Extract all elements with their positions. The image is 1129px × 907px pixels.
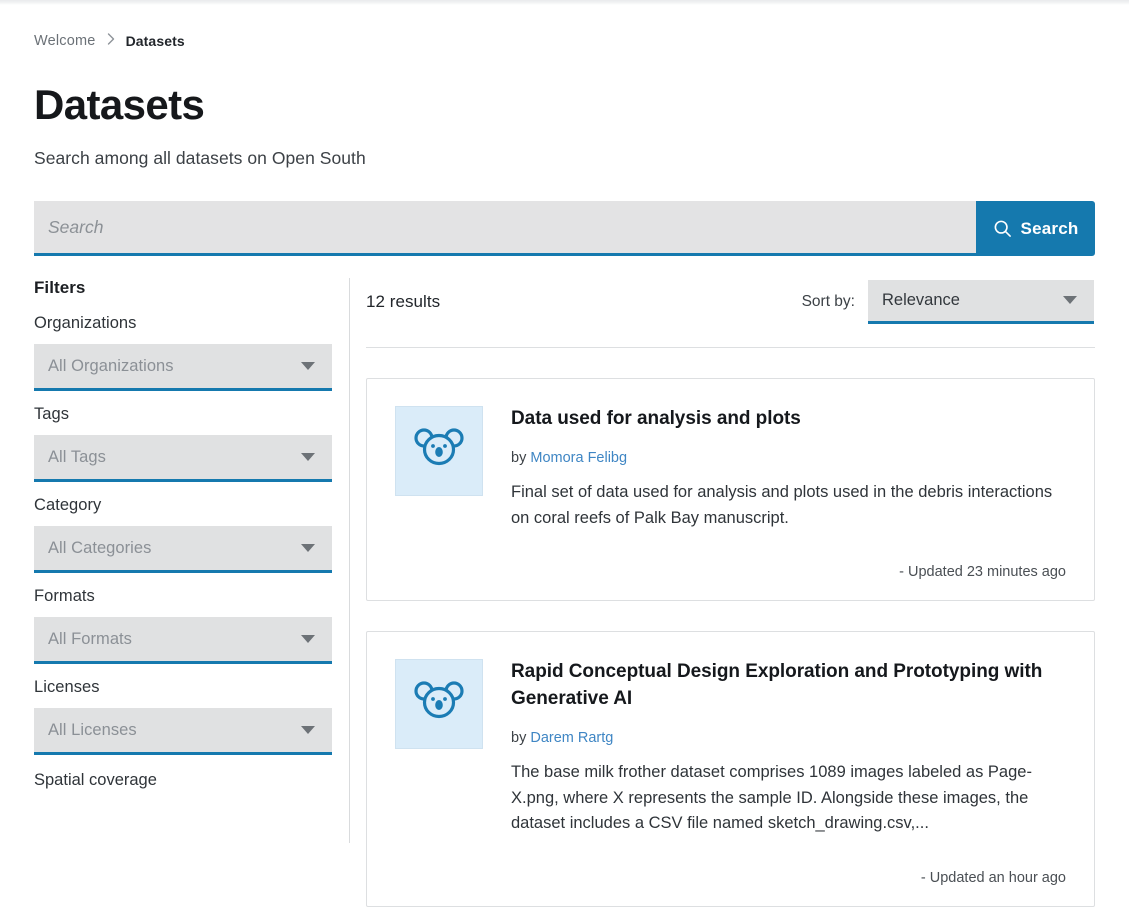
- chevron-down-icon: [1063, 296, 1077, 304]
- filter-label-category: Category: [34, 496, 102, 514]
- top-accent-strip: [0, 0, 1129, 5]
- dataset-description: The base milk frother dataset comprises …: [511, 763, 1032, 833]
- koala-icon: [414, 679, 464, 730]
- filters-heading: Filters: [34, 278, 86, 297]
- search-input[interactable]: [34, 201, 976, 253]
- search-bar: Search: [34, 201, 1095, 256]
- filter-label-spatial-coverage: Spatial coverage: [34, 771, 157, 789]
- chevron-down-icon: [301, 544, 315, 552]
- content-area: Filters Organizations All Organizations …: [34, 278, 1095, 907]
- dataset-thumbnail: [395, 659, 483, 750]
- koala-icon: [414, 426, 464, 477]
- chevron-right-icon: [107, 33, 115, 47]
- filter-value-licenses: All Licenses: [48, 720, 137, 739]
- breadcrumb-link-welcome[interactable]: Welcome: [34, 33, 96, 49]
- filter-group-formats: Formats All Formats: [34, 587, 332, 664]
- filter-value-tags: All Tags: [48, 447, 106, 466]
- filter-select-tags[interactable]: All Tags: [34, 435, 332, 482]
- dataset-title[interactable]: Data used for analysis and plots: [511, 406, 1066, 433]
- filter-label-tags: Tags: [34, 405, 70, 423]
- dataset-updated: - Updated 23 minutes ago: [899, 564, 1066, 581]
- filter-value-organizations: All Organizations: [48, 356, 174, 375]
- results-header: 12 results Sort by: Relevance: [366, 278, 1095, 325]
- sort-control: Sort by: Relevance: [801, 279, 1094, 324]
- search-button[interactable]: Search: [976, 201, 1095, 256]
- breadcrumb: Welcome Datasets: [34, 31, 1095, 51]
- filter-label-formats: Formats: [34, 587, 95, 605]
- filters-sidebar: Filters Organizations All Organizations …: [34, 278, 332, 907]
- dataset-card-body: Rapid Conceptual Design Exploration and …: [511, 659, 1066, 886]
- chevron-down-icon: [301, 362, 315, 370]
- filter-select-category[interactable]: All Categories: [34, 526, 332, 573]
- page-title: Datasets: [34, 81, 205, 128]
- dataset-author-link[interactable]: Momora Felibg: [530, 450, 627, 466]
- filter-select-formats[interactable]: All Formats: [34, 617, 332, 664]
- sort-by-select[interactable]: Relevance: [868, 279, 1094, 324]
- filter-label-organizations: Organizations: [34, 314, 137, 332]
- dataset-updated: - Updated an hour ago: [920, 869, 1066, 886]
- search-icon: [993, 219, 1012, 238]
- dataset-result-card[interactable]: Rapid Conceptual Design Exploration and …: [366, 631, 1095, 907]
- filter-group-tags: Tags All Tags: [34, 405, 332, 482]
- filter-group-category: Category All Categories: [34, 496, 332, 573]
- filter-group-organizations: Organizations All Organizations: [34, 314, 332, 391]
- filter-value-category: All Categories: [48, 538, 152, 557]
- filter-select-licenses[interactable]: All Licenses: [34, 708, 332, 755]
- search-field-wrapper: [34, 201, 976, 256]
- chevron-down-icon: [301, 635, 315, 643]
- chevron-down-icon: [301, 726, 315, 734]
- filter-label-licenses: Licenses: [34, 678, 100, 696]
- breadcrumb-current-datasets: Datasets: [125, 33, 185, 49]
- dataset-author-line: by Darem Rartg: [511, 730, 1066, 746]
- by-prefix: by: [511, 449, 527, 466]
- dataset-thumbnail: [395, 406, 483, 496]
- sort-by-value: Relevance: [882, 290, 960, 309]
- results-divider: [366, 347, 1095, 348]
- page-subtitle: Search among all datasets on Open South: [34, 148, 366, 168]
- filter-select-organizations[interactable]: All Organizations: [34, 344, 332, 391]
- sort-by-label: Sort by:: [801, 292, 855, 310]
- dataset-result-card[interactable]: Data used for analysis and plots by Momo…: [366, 378, 1095, 602]
- page-container: Welcome Datasets Datasets Search among a…: [0, 31, 1129, 907]
- dataset-description: Final set of data used for analysis and …: [511, 482, 1053, 527]
- dataset-author-link[interactable]: Darem Rartg: [530, 730, 613, 746]
- filter-group-licenses: Licenses All Licenses: [34, 678, 332, 755]
- dataset-card-body: Data used for analysis and plots by Momo…: [511, 406, 1066, 580]
- dataset-title[interactable]: Rapid Conceptual Design Exploration and …: [511, 659, 1066, 713]
- filter-value-formats: All Formats: [48, 629, 132, 648]
- chevron-down-icon: [301, 453, 315, 461]
- results-count: 12 results: [366, 291, 441, 311]
- dataset-author-line: by Momora Felibg: [511, 450, 1066, 466]
- search-button-label: Search: [1020, 218, 1079, 238]
- results-column: 12 results Sort by: Relevance Data used …: [366, 278, 1095, 907]
- column-divider: [332, 278, 366, 907]
- by-prefix: by: [511, 730, 527, 747]
